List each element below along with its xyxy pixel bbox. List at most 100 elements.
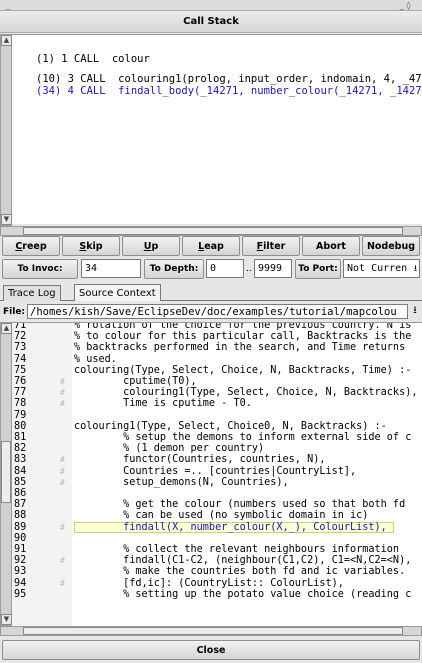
source-line[interactable]: 95 % setting up the potato value choice … <box>12 589 422 600</box>
close-button[interactable]: Close <box>2 640 420 660</box>
source-line[interactable]: 92 # findall(C1-C2, (neighbour(C1,C2), C1… <box>12 555 422 566</box>
to-port-button[interactable]: To Port: <box>295 259 341 279</box>
abort-button-label: Abort <box>316 240 346 252</box>
source-tabs: Trace Log Source Context <box>0 284 422 301</box>
source-line[interactable]: 78 # Time is cputime - T0. <box>12 398 422 409</box>
depth-from-input[interactable]: 0 <box>206 259 244 278</box>
port-select-value: Not Curren <box>347 263 408 274</box>
breakpoint-marker-icon[interactable]: # <box>60 376 65 387</box>
source-code: colouring1(Type, Select, Choice0, N, Bac… <box>74 420 387 432</box>
line-number: 79 <box>14 409 27 421</box>
top-strip: _ _ ◊ <box>0 0 422 11</box>
tab-trace-log[interactable]: Trace Log <box>3 285 61 301</box>
source-line[interactable]: 86 <box>12 488 422 499</box>
creep-button[interactable]: Creep <box>2 236 60 256</box>
line-number: 91 <box>14 544 27 555</box>
line-number: 81 <box>14 432 27 443</box>
file-label: File: <box>3 306 26 317</box>
source-line[interactable]: 90 <box>12 533 422 544</box>
source-line[interactable]: 85 # setup_demons(N, Countries), <box>12 477 422 488</box>
to-invoc-label: To Invoc: <box>17 264 63 274</box>
source-code: functor(Countries, countries, N), <box>74 454 326 466</box>
source-line[interactable]: 80 colouring1(Type, Select, Choice0, N, B… <box>12 421 422 432</box>
source-code: Countries =.. [countries|CountryList], <box>74 465 357 477</box>
to-depth-button[interactable]: To Depth: <box>144 259 204 279</box>
source-line[interactable]: 72 % to colour for this particular call, … <box>12 331 422 342</box>
source-line[interactable]: 79 <box>12 410 422 421</box>
breakpoint-marker-icon[interactable]: # <box>60 466 65 477</box>
line-number: 88 <box>14 510 27 522</box>
dropdown-arrow-icon[interactable]: ⭳ <box>414 261 417 277</box>
breakpoint-marker-icon[interactable]: # <box>60 477 65 488</box>
source-line[interactable]: 93 % make the countries both fd and ic v… <box>12 566 422 577</box>
scroll-up-arrow-icon[interactable]: ▲ <box>1 35 12 46</box>
line-number: 80 <box>14 420 27 432</box>
breakpoint-marker-icon[interactable]: # <box>60 454 65 465</box>
source-vscroll-thumb[interactable] <box>1 441 11 503</box>
line-number: 78 <box>14 398 27 410</box>
callstack-pane[interactable]: (1) 1 CALL colour (10) 3 CALL colouring1(… <box>12 34 422 224</box>
source-horizontal-scrollbar[interactable] <box>0 626 422 636</box>
callstack-frame[interactable]: (10) 3 CALL colouring1(prolog, input_ord… <box>36 73 422 85</box>
scroll-down-arrow-icon[interactable]: ▼ <box>1 214 12 225</box>
source-line[interactable]: 94 # [fd,ic]: (CountryList:: ColourList), <box>12 578 422 589</box>
breakpoint-marker-icon[interactable]: # <box>60 387 65 398</box>
source-line[interactable]: 89 # findall(X, number_colour(X,_), Colou… <box>12 522 422 533</box>
source-line[interactable]: 88 % can be used (no symbolic domain in … <box>12 510 422 521</box>
source-vertical-scrollbar[interactable]: ▲ ▼ <box>0 322 12 626</box>
source-line[interactable]: 83 # functor(Countries, countries, N), <box>12 454 422 465</box>
source-code: colouring(Type, Select, Choice, N, Backt… <box>74 364 412 376</box>
source-line[interactable]: 91 % collect the relevant neighbours inf… <box>12 544 422 555</box>
source-scroll-down-icon[interactable]: ▼ <box>1 614 12 625</box>
source-scroll-up-icon[interactable]: ▲ <box>1 323 12 334</box>
nodebug-button-label: Nodebug <box>366 240 416 252</box>
source-line[interactable]: 71 % rotation of the choice for the previ… <box>12 322 422 331</box>
callstack-hscroll-thumb[interactable] <box>23 227 403 235</box>
source-pane[interactable]: 71 % rotation of the choice for the previ… <box>12 322 422 626</box>
source-code: % setting up the potato value choice (re… <box>74 588 412 600</box>
breakpoint-marker-icon[interactable]: # <box>60 398 65 409</box>
nodebug-button[interactable]: Nodebug <box>362 236 420 256</box>
breakpoint-marker-icon[interactable]: # <box>60 522 65 533</box>
up-button[interactable]: Up <box>122 236 180 256</box>
port-select[interactable]: Not Curren ⭳ <box>343 259 420 278</box>
leap-button[interactable]: Leap <box>182 236 240 256</box>
callstack-frame[interactable]: (34) 4 CALL findall_body(_14271, number_… <box>36 85 422 97</box>
line-number: 86 <box>14 488 27 499</box>
window-controls[interactable]: _ ◊ <box>400 1 411 10</box>
source-line[interactable]: 82 % (1 demon per country) <box>12 443 422 454</box>
tab-source-context[interactable]: Source Context <box>74 284 161 301</box>
source-line[interactable]: 75 colouring(Type, Select, Choice, N, Bac… <box>12 365 422 376</box>
callstack-horizontal-scrollbar[interactable] <box>0 226 422 236</box>
source-line[interactable]: 76 # cputime(T0), <box>12 376 422 387</box>
to-invoc-button[interactable]: To Invoc: <box>2 259 78 279</box>
skip-button[interactable]: Skip <box>62 236 120 256</box>
file-path-select[interactable]: /homes/kish/Save/EclipseDev/doc/examples… <box>27 304 408 319</box>
line-number: 87 <box>14 499 27 511</box>
source-code: Time is cputime - T0. <box>74 398 252 410</box>
line-number: 76 <box>14 376 27 387</box>
filter-button[interactable]: Filter <box>242 236 300 256</box>
invoc-row: To Invoc: 34 To Depth: 0 .. 9999 To Port… <box>0 259 422 279</box>
file-dropdown-icon[interactable]: ⭳ <box>408 303 422 320</box>
source-line[interactable]: 84 # Countries =.. [countries|CountryList… <box>12 466 422 477</box>
depth-to-input[interactable]: 9999 <box>254 259 292 278</box>
source-line[interactable]: 81 % setup the demons to inform external… <box>12 432 422 443</box>
line-number: 93 <box>14 566 27 578</box>
breakpoint-marker-icon[interactable]: # <box>60 555 65 566</box>
breakpoint-marker-icon[interactable]: # <box>60 578 65 589</box>
callstack-vertical-scrollbar[interactable]: ▲ ▼ <box>0 34 12 226</box>
line-number: 90 <box>14 532 27 544</box>
tab-trace-log-label: Trace Log <box>8 288 56 299</box>
line-number: 92 <box>14 555 27 567</box>
line-number: 71 <box>14 322 27 331</box>
invoc-input[interactable]: 34 <box>81 259 141 278</box>
source-line[interactable]: 77 # colouring1(Type, Select, Choice, N, … <box>12 387 422 398</box>
source-line[interactable]: 87 % get the colour (numbers used so tha… <box>12 499 422 510</box>
abort-button[interactable]: Abort <box>302 236 360 256</box>
source-line[interactable]: 74 % used. <box>12 354 422 365</box>
source-hscroll-thumb[interactable] <box>23 627 403 635</box>
source-line[interactable]: 73 % backtracks performed in the search, … <box>12 342 422 353</box>
source-code: % to colour for this particular call, Ba… <box>74 331 412 343</box>
callstack-frame[interactable]: (1) 1 CALL colour <box>36 53 150 65</box>
